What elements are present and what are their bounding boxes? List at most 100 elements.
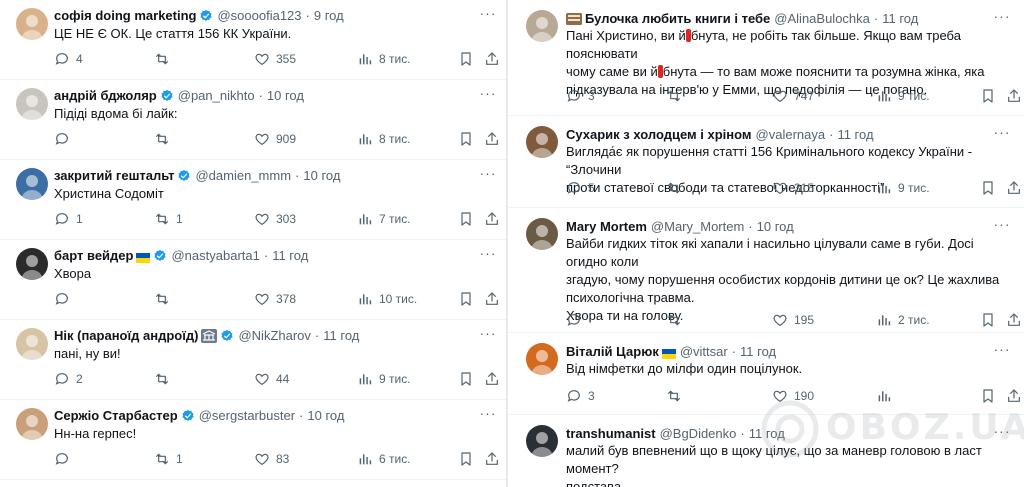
more-options-button[interactable]: ··· xyxy=(992,217,1012,235)
author-handle[interactable]: @AlinaBulochka xyxy=(774,11,870,27)
share-button[interactable] xyxy=(484,50,500,68)
reply-button[interactable] xyxy=(566,311,588,329)
author-handle[interactable]: @vittsar xyxy=(680,344,728,360)
reply-button[interactable]: 5 xyxy=(566,179,595,197)
more-options-button[interactable]: ··· xyxy=(478,406,498,424)
like-button[interactable]: 83 xyxy=(254,450,289,468)
retweet-button[interactable] xyxy=(666,179,688,197)
avatar[interactable] xyxy=(16,8,48,40)
views-button[interactable]: 6 тис. xyxy=(357,450,411,468)
reply-button[interactable] xyxy=(54,450,76,468)
bookmark-button[interactable] xyxy=(458,370,474,388)
author-name[interactable]: Серж­іо Старбастер xyxy=(54,408,178,424)
tweet-time[interactable]: 9 год xyxy=(314,8,344,24)
avatar[interactable] xyxy=(526,10,558,42)
avatar[interactable] xyxy=(526,218,558,250)
reply-button[interactable]: 3 xyxy=(566,387,595,405)
tweet-card[interactable]: андрій бджоляр @pan_nikhto · 10 год ··· Підід… xyxy=(0,80,506,160)
more-options-button[interactable]: ··· xyxy=(992,342,1012,360)
bookmark-button[interactable] xyxy=(458,130,474,148)
retweet-button[interactable] xyxy=(154,130,176,148)
author-name[interactable]: Віталій Царюк xyxy=(566,344,659,360)
reply-button[interactable] xyxy=(54,130,76,148)
author-handle[interactable]: @nastyabarta1 xyxy=(171,248,259,264)
author-name[interactable]: Сухарик з холодцем і хріном xyxy=(566,127,752,143)
share-button[interactable] xyxy=(484,210,500,228)
avatar[interactable] xyxy=(526,425,558,457)
tweet-card[interactable]: Нік (параноїд андроїд) @NikZharov · 11 год ·… xyxy=(0,320,506,400)
bookmark-button[interactable] xyxy=(458,50,474,68)
reply-button[interactable]: 4 xyxy=(54,50,83,68)
author-handle[interactable]: @valernaya xyxy=(756,127,826,143)
views-button[interactable] xyxy=(876,387,898,405)
tweet-card[interactable]: Булочка любить книги і тебе @AlinaBulochk… xyxy=(508,0,1024,116)
reply-button[interactable]: 1 xyxy=(54,210,83,228)
tweet-card[interactable]: Серж­іо Старбастер @sergstarbuster · 10 год… xyxy=(0,400,506,480)
bookmark-button[interactable] xyxy=(458,450,474,468)
avatar[interactable] xyxy=(526,343,558,375)
reply-button[interactable]: 2 xyxy=(54,370,83,388)
avatar[interactable] xyxy=(526,126,558,158)
author-name[interactable]: Нік (параноїд андроїд) xyxy=(54,328,198,344)
reply-button[interactable]: 3 xyxy=(566,87,595,105)
views-button[interactable]: 9 тис. xyxy=(876,179,930,197)
retweet-button[interactable] xyxy=(154,370,176,388)
tweet-time[interactable]: 11 год xyxy=(740,344,776,360)
like-button[interactable]: 303 xyxy=(254,210,296,228)
tweet-time[interactable]: 11 год xyxy=(882,11,918,27)
like-button[interactable]: 195 xyxy=(772,311,814,329)
views-button[interactable]: 2 тис. xyxy=(876,311,930,329)
like-button[interactable]: 909 xyxy=(254,130,296,148)
retweet-button[interactable] xyxy=(154,290,176,308)
author-handle[interactable]: @NikZharov xyxy=(238,328,310,344)
author-handle[interactable]: @pan_nikhto xyxy=(178,88,255,104)
share-button[interactable] xyxy=(1006,387,1022,405)
avatar[interactable] xyxy=(16,168,48,200)
bookmark-button[interactable] xyxy=(980,179,996,197)
reply-button[interactable] xyxy=(54,290,76,308)
author-name[interactable]: барт вейдер xyxy=(54,248,133,264)
tweet-card[interactable]: закритий гештальт @damien_mmm · 10 год ··· Хр… xyxy=(0,160,506,240)
author-name[interactable]: Булочка любить книги і тебе xyxy=(585,11,770,27)
tweet-time[interactable]: 11 год xyxy=(323,328,359,344)
like-button[interactable]: 44 xyxy=(254,370,289,388)
retweet-button[interactable] xyxy=(666,87,688,105)
tweet-time[interactable]: 10 год xyxy=(757,219,794,235)
bookmark-button[interactable] xyxy=(980,87,996,105)
retweet-button[interactable] xyxy=(154,50,176,68)
more-options-button[interactable]: ··· xyxy=(478,86,498,104)
share-button[interactable] xyxy=(1006,179,1022,197)
more-options-button[interactable]: ··· xyxy=(478,6,498,24)
share-button[interactable] xyxy=(484,450,500,468)
tweet-time[interactable]: 10 год xyxy=(267,88,304,104)
more-options-button[interactable]: ··· xyxy=(992,424,1012,442)
views-button[interactable]: 9 тис. xyxy=(876,87,930,105)
tweet-time[interactable]: 11 год xyxy=(837,127,873,143)
views-button[interactable]: 10 тис. xyxy=(357,290,417,308)
author-name[interactable]: андрій бджоляр xyxy=(54,88,157,104)
more-options-button[interactable]: ··· xyxy=(992,125,1012,143)
tweet-card[interactable]: Mary Mortem @Mary_Mortem · 10 год ··· Вайби г… xyxy=(508,208,1024,333)
views-button[interactable]: 8 тис. xyxy=(357,50,411,68)
more-options-button[interactable]: ··· xyxy=(992,9,1012,27)
bookmark-button[interactable] xyxy=(980,387,996,405)
more-options-button[interactable]: ··· xyxy=(478,246,498,264)
tweet-time[interactable]: 10 год xyxy=(307,408,344,424)
views-button[interactable]: 7 тис. xyxy=(357,210,411,228)
tweet-time[interactable]: 11 год xyxy=(749,426,785,442)
tweet-card[interactable]: Віталій Царюк @vittsar · 11 год ··· Від німфе… xyxy=(508,333,1024,415)
retweet-button[interactable]: 1 xyxy=(154,450,183,468)
bookmark-button[interactable] xyxy=(458,210,474,228)
like-button[interactable]: 355 xyxy=(254,50,296,68)
tweet-time[interactable]: 10 год xyxy=(303,168,340,184)
like-button[interactable]: 747 xyxy=(772,87,814,105)
author-handle[interactable]: @BgDidenko xyxy=(660,426,737,442)
views-button[interactable]: 8 тис. xyxy=(357,130,411,148)
avatar[interactable] xyxy=(16,88,48,120)
avatar[interactable] xyxy=(16,408,48,440)
bookmark-button[interactable] xyxy=(980,311,996,329)
tweet-card[interactable]: софія doing marketing @soooofia123 · 9 год ·… xyxy=(0,0,506,80)
retweet-button[interactable] xyxy=(666,387,688,405)
share-button[interactable] xyxy=(1006,311,1022,329)
tweet-card[interactable]: transhumanist @BgDidenko · 11 год ··· малий б… xyxy=(508,415,1024,487)
